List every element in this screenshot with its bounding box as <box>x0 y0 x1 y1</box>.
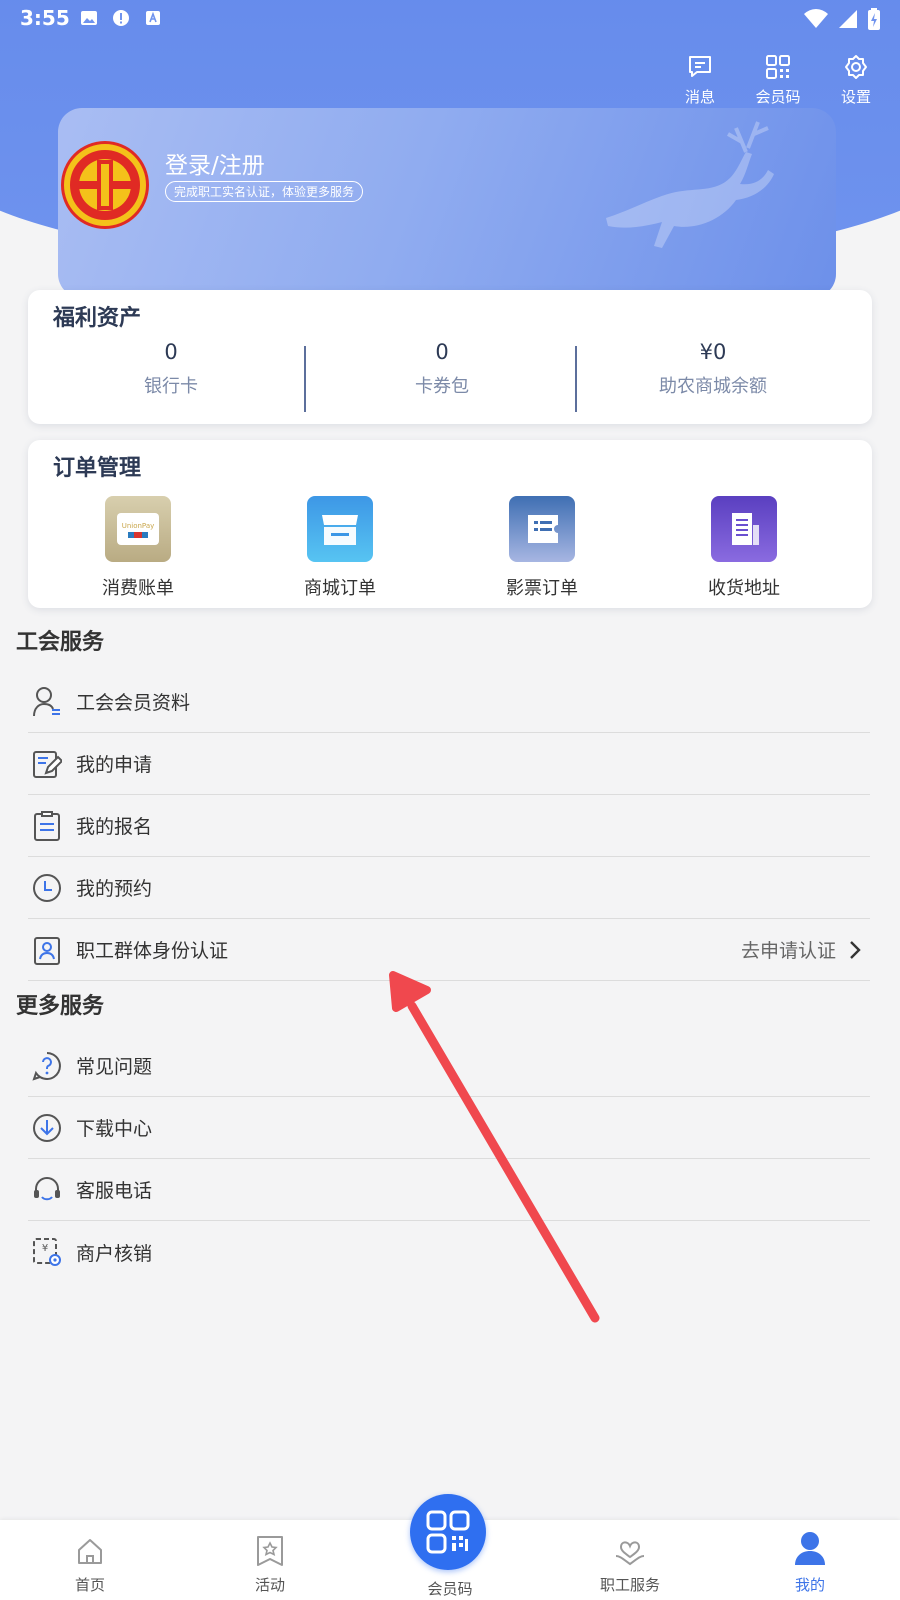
mall-order-label: 商城订单 <box>304 578 376 599</box>
store-icon <box>307 496 373 562</box>
tab-mine-label: 我的 <box>794 1576 825 1594</box>
my-applications-label: 我的申请 <box>76 754 153 776</box>
wifi-icon <box>804 9 828 28</box>
battery-icon <box>868 8 880 30</box>
status-system-icons <box>804 8 880 30</box>
tab-employee-services[interactable]: 职工服务 <box>570 1530 690 1595</box>
qr-code-icon <box>766 55 790 79</box>
heart-hand-icon <box>615 1541 645 1566</box>
verification-hint-badge[interactable]: 完成职工实名认证，体验更多服务 <box>165 181 364 202</box>
list-item-identity-verification[interactable]: 职工群体身份认证 去申请认证 <box>28 919 870 981</box>
id-badge-icon <box>30 933 64 967</box>
messages-button[interactable]: 消息 <box>672 54 728 107</box>
tab-activities-label: 活动 <box>254 1576 285 1594</box>
mall-order-button[interactable]: 商城订单 <box>260 496 420 600</box>
deer-decoration-icon <box>606 121 774 248</box>
list-item-my-appointments[interactable]: 我的预约 <box>28 857 870 919</box>
star-badge-icon <box>257 1536 283 1566</box>
list-item-merchant-verify[interactable]: ¥ 商户核销 <box>28 1221 870 1283</box>
faq-label: 常见问题 <box>76 1056 153 1078</box>
list-item-member-profile[interactable]: 工会会员资料 <box>28 671 870 733</box>
coupon-wallet-label: 卡券包 <box>415 376 469 397</box>
alert-notification-icon <box>113 10 129 26</box>
movie-ticket-order-label: 影票订单 <box>506 578 578 599</box>
login-register-link[interactable]: 登录/注册 <box>165 146 265 180</box>
merchant-verify-label: 商户核销 <box>76 1242 153 1265</box>
merchant-verify-icon: ¥ <box>30 1235 64 1269</box>
chevron-right-icon <box>850 940 861 959</box>
svg-text:UnionPay: UnionPay <box>122 522 155 530</box>
identity-verification-label: 职工群体身份认证 <box>76 940 229 962</box>
order-management-card: 订单管理 UnionPay 消费账单 商城订单 影票订单 收货地址 <box>28 440 872 608</box>
my-registrations-label: 我的报名 <box>76 816 153 838</box>
movie-ticket-order-button[interactable]: 影票订单 <box>462 496 622 600</box>
union-services-title: 工会服务 <box>16 630 105 655</box>
profile-card[interactable] <box>58 108 836 298</box>
tab-member-code-label[interactable]: 会员码 <box>390 1578 510 1599</box>
apply-verification-link[interactable]: 去申请认证 <box>741 936 866 963</box>
list-item-download-center[interactable]: 下载中心 <box>28 1097 870 1159</box>
question-icon <box>30 1049 64 1083</box>
member-profile-label: 工会会员资料 <box>76 692 191 714</box>
member-code-tab-button[interactable] <box>410 1494 486 1570</box>
status-time: 3:55 <box>20 6 70 30</box>
list-item-my-applications[interactable]: 我的申请 <box>28 733 870 795</box>
welfare-assets-title: 福利资产 <box>53 306 142 331</box>
list-item-my-registrations[interactable]: 我的报名 <box>28 795 870 857</box>
shipping-address-label: 收货地址 <box>708 578 780 599</box>
mall-balance-value: ¥0 <box>699 340 727 364</box>
bank-card-label: 银行卡 <box>144 376 198 397</box>
clock-icon <box>30 871 64 905</box>
status-bar: 3:55 <box>0 0 900 38</box>
consumption-bill-label: 消费账单 <box>102 578 174 599</box>
download-center-label: 下载中心 <box>76 1118 153 1140</box>
list-item-customer-service[interactable]: 客服电话 <box>28 1159 870 1221</box>
gear-icon <box>845 55 867 79</box>
bank-card-item[interactable]: 0 银行卡 <box>33 340 309 398</box>
top-actions: 消息 会员码 设置 <box>672 54 884 107</box>
union-logo-avatar <box>61 141 149 229</box>
ticket-icon <box>509 496 575 562</box>
settings-label: 设置 <box>840 88 871 106</box>
mall-balance-item[interactable]: ¥0 助农商城余额 <box>575 340 851 398</box>
home-icon <box>78 1539 102 1564</box>
qr-code-icon <box>426 1510 470 1554</box>
settings-button[interactable]: 设置 <box>828 54 884 107</box>
member-code-label: 会员码 <box>755 88 801 106</box>
tab-home-label: 首页 <box>74 1576 105 1594</box>
status-notification-icons <box>80 9 162 27</box>
order-management-title: 订单管理 <box>53 456 142 481</box>
svg-text:¥: ¥ <box>42 1243 48 1254</box>
member-profile-icon <box>30 685 64 719</box>
more-services-title: 更多服务 <box>16 994 105 1019</box>
customer-service-label: 客服电话 <box>76 1180 153 1202</box>
member-code-button[interactable]: 会员码 <box>750 54 806 107</box>
bank-card-value: 0 <box>164 340 178 364</box>
clipboard-icon <box>30 809 64 843</box>
apply-verification-text: 去申请认证 <box>740 940 836 962</box>
consumption-bill-button[interactable]: UnionPay 消费账单 <box>58 496 218 600</box>
unionpay-bill-icon: UnionPay <box>105 496 171 562</box>
tab-activities[interactable]: 活动 <box>210 1530 330 1595</box>
signal-icon <box>839 10 857 28</box>
welfare-assets-card: 福利资产 0 银行卡 0 卡券包 ¥0 助农商城余额 <box>28 290 872 424</box>
tab-home[interactable]: 首页 <box>30 1530 150 1595</box>
message-icon <box>689 56 711 77</box>
mall-balance-label: 助农商城余额 <box>659 376 767 397</box>
image-notification-icon <box>81 11 97 25</box>
text-notification-icon <box>146 11 160 25</box>
coupon-wallet-value: 0 <box>435 340 449 364</box>
tab-employee-services-label: 职工服务 <box>599 1576 660 1594</box>
edit-form-icon <box>30 747 64 781</box>
download-icon <box>30 1111 64 1145</box>
messages-label: 消息 <box>684 88 715 106</box>
tab-mine[interactable]: 我的 <box>750 1530 870 1595</box>
list-item-faq[interactable]: 常见问题 <box>28 1035 870 1097</box>
my-appointments-label: 我的预约 <box>76 878 153 900</box>
building-icon <box>711 496 777 562</box>
user-icon <box>795 1532 825 1565</box>
headset-icon <box>30 1173 64 1207</box>
shipping-address-button[interactable]: 收货地址 <box>664 496 824 600</box>
coupon-wallet-item[interactable]: 0 卡券包 <box>304 340 580 398</box>
